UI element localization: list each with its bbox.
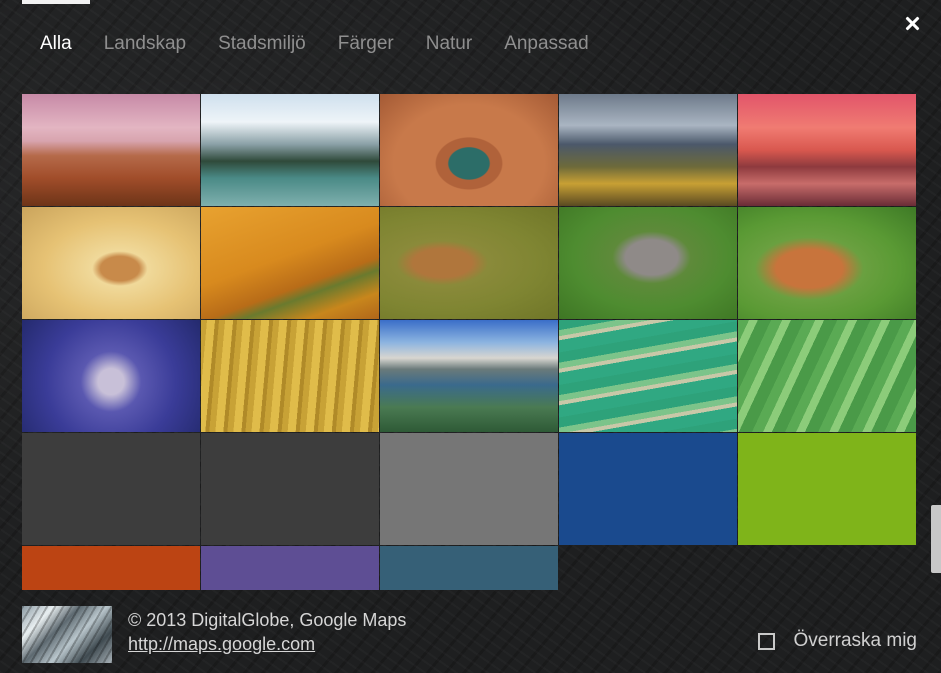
wallpaper-solid-orange[interactable] [22,546,200,590]
wallpaper-grid [22,86,918,590]
close-icon[interactable] [901,13,923,35]
wallpaper-owl-in-flight[interactable] [380,207,558,319]
surprise-me-label: Överraska mig [793,630,917,651]
wallpaper-clear-mountain-lake[interactable] [380,320,558,432]
surprise-me-checkbox[interactable] [758,632,776,650]
wallpaper-mountains-autumn-trees[interactable] [559,94,737,206]
grid-scrollbar[interactable] [931,505,941,573]
wallpaper-baby-elephant[interactable] [559,207,737,319]
wallpaper-desert-mountains-sunset[interactable] [22,94,200,206]
wallpaper-solid-lime-green[interactable] [738,433,916,545]
wallpaper-bird-on-branch[interactable] [201,207,379,319]
wallpaper-blue-mushrooms[interactable] [22,320,200,432]
wallpaper-green-grass-blades[interactable] [738,320,916,432]
wallpaper-golden-grass-butterfly[interactable] [201,320,379,432]
wallpaper-solid-dark-gray-2[interactable] [201,433,379,545]
wallpaper-solid-purple[interactable] [201,546,379,590]
wallpaper-credit: © 2013 DigitalGlobe, Google Maps [128,610,407,630]
tab-farger[interactable]: Färger [338,32,394,56]
category-tabs: Alla Landskap Stadsmiljö Färger Natur An… [40,32,621,56]
wallpaper-bridge-pink-sunset[interactable] [738,94,916,206]
wallpaper-solid-dark-gray[interactable] [22,433,200,545]
wallpaper-fox-in-grass[interactable] [738,207,916,319]
tab-anpassad[interactable]: Anpassad [504,32,589,56]
wallpaper-alpine-lake-forest[interactable] [201,94,379,206]
wallpaper-frog-in-sand[interactable] [22,207,200,319]
wallpaper-solid-blue[interactable] [559,433,737,545]
tab-landskap[interactable]: Landskap [104,32,186,56]
wallpaper-green-terraced-fields[interactable] [559,320,737,432]
wallpaper-solid-slate-blue[interactable] [380,546,558,590]
wallpaper-horseshoe-bend-canyon[interactable] [380,94,558,206]
tab-alla[interactable]: Alla [40,32,72,56]
wallpaper-solid-gray[interactable] [380,433,558,545]
tab-natur[interactable]: Natur [426,32,472,56]
credit-link[interactable]: http://maps.google.com [128,633,315,655]
current-wallpaper-thumbnail [22,606,112,663]
window-top-handle [22,0,90,4]
tab-stadsmiljo[interactable]: Stadsmiljö [218,32,306,56]
surprise-me-toggle[interactable]: Överraska mig [758,630,917,652]
